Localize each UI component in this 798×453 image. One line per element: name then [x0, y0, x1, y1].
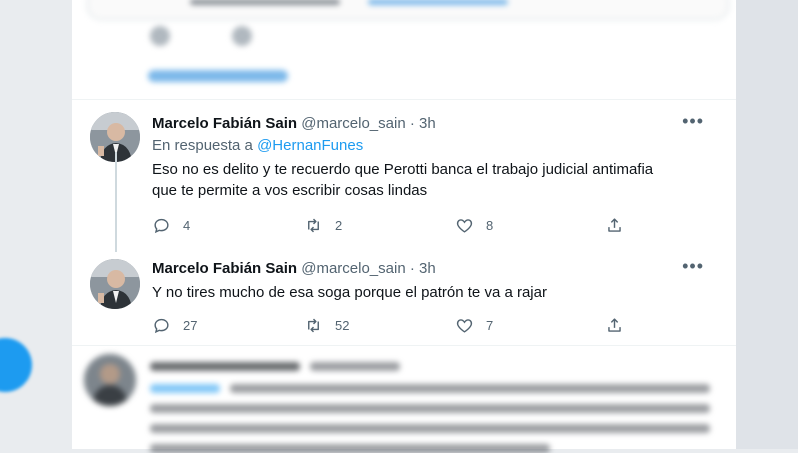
- tweet-header: Marcelo Fabián Sain @marcelo_sain · 3h: [152, 114, 722, 134]
- tweet-text: Eso no es delito y te recuerdo que Perot…: [152, 159, 722, 201]
- retweet-count: 52: [335, 318, 350, 333]
- more-icon[interactable]: •••: [682, 257, 704, 275]
- retweet-count: 2: [335, 218, 343, 233]
- author-handle[interactable]: @marcelo_sain: [301, 260, 405, 277]
- reply-prefix: En respuesta a: [152, 137, 253, 154]
- blurred-text: [150, 424, 710, 433]
- like-count: 8: [486, 218, 494, 233]
- avatar: [84, 354, 136, 406]
- reply-button[interactable]: 4: [152, 216, 190, 235]
- blurred-retweet-icon: [232, 26, 253, 46]
- like-button[interactable]: 8: [455, 216, 493, 235]
- retweet-button[interactable]: 2: [304, 216, 342, 235]
- thread-line: [115, 152, 117, 252]
- compose-fab-button[interactable]: [0, 338, 32, 392]
- like-count: 7: [486, 318, 494, 333]
- like-icon: [456, 319, 473, 333]
- divider: [72, 99, 736, 100]
- right-sidebar-edge: [736, 0, 798, 449]
- blurred-reply-icon: [150, 26, 170, 46]
- retweet-icon: [308, 218, 319, 233]
- more-icon[interactable]: •••: [682, 112, 704, 130]
- blurred-handle: [310, 362, 400, 371]
- tweet-text-line: que te permite a vos escribir cosas lind…: [152, 182, 428, 199]
- tweet-text-line: Eso no es delito y te recuerdo que Perot…: [152, 161, 654, 178]
- blurred-actions: [150, 26, 253, 51]
- timestamp[interactable]: 3h: [419, 115, 436, 132]
- share-button[interactable]: [605, 216, 636, 235]
- tweet-header: Marcelo Fabián Sain @marcelo_sain · 3h: [152, 259, 722, 279]
- separator: ·: [409, 260, 415, 277]
- author-name[interactable]: Marcelo Fabián Sain: [152, 115, 297, 132]
- share-icon: [608, 318, 621, 332]
- tweet-actions: 4 2 8: [152, 216, 622, 236]
- share-button[interactable]: [605, 316, 636, 335]
- retweet-button[interactable]: 52: [304, 316, 349, 335]
- author-name[interactable]: Marcelo Fabián Sain: [152, 260, 297, 277]
- author-handle[interactable]: @marcelo_sain: [301, 115, 405, 132]
- retweet-icon: [308, 318, 319, 333]
- like-button[interactable]: 7: [455, 316, 493, 335]
- separator: ·: [409, 115, 415, 132]
- reply-context: En respuesta a @HernanFunes: [152, 136, 722, 156]
- reply-icon: [154, 218, 169, 234]
- blurred-text: [150, 404, 710, 413]
- blurred-mention: [150, 384, 220, 393]
- timestamp[interactable]: 3h: [419, 260, 436, 277]
- reply-button[interactable]: 27: [152, 316, 197, 335]
- blurred-text: [230, 384, 710, 393]
- show-replies-link[interactable]: [148, 70, 288, 82]
- reply-count: 27: [183, 318, 198, 333]
- divider: [72, 345, 736, 346]
- blurred-name: [150, 362, 300, 371]
- reply-mention[interactable]: @HernanFunes: [257, 137, 363, 154]
- share-icon: [608, 218, 621, 232]
- tweet-actions: 27 52 7: [152, 316, 622, 336]
- tweet[interactable]: Marcelo Fabián Sain @marcelo_sain · 3h •…: [152, 112, 722, 234]
- avatar[interactable]: [90, 259, 140, 309]
- reply-icon: [154, 318, 169, 334]
- reply-count: 4: [183, 218, 191, 233]
- tweet-text-line: Y no tires mucho de esa soga porque el p…: [152, 284, 547, 301]
- blurred-link: [368, 0, 508, 5]
- blurred-text: [190, 0, 340, 5]
- like-icon: [456, 219, 473, 233]
- tweet-text: Y no tires mucho de esa soga porque el p…: [152, 282, 722, 303]
- tweet[interactable]: Marcelo Fabián Sain @marcelo_sain · 3h •…: [152, 257, 722, 334]
